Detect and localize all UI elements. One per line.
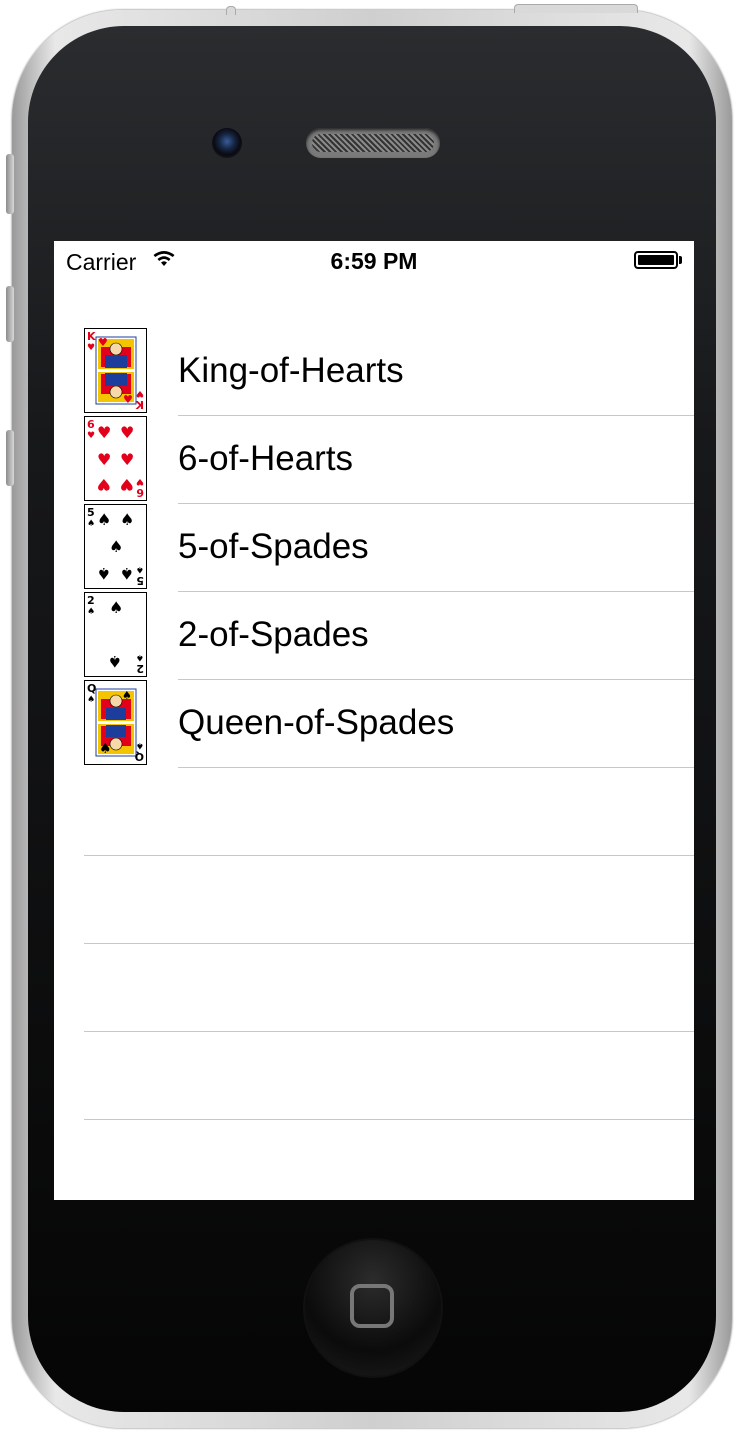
top-notch [226,6,236,15]
svg-text:5: 5 [136,574,144,587]
svg-text:♠: ♠ [109,598,123,617]
svg-text:♥: ♥ [120,450,134,469]
row-separator [84,1119,694,1120]
card-table[interactable]: K ♥ ♥ ♥ K ♥ King-of-Hearts 6 ♥ ♥ ♥ ♥ ♥ ♥… [54,328,694,1120]
table-row[interactable]: 2 ♠ ♠ ♠ 2 ♠ 2-of-Spades [54,592,694,680]
status-bar: Carrier 6:59 PM [54,241,694,281]
card-name-label: King-of-Hearts [178,351,404,390]
svg-text:♠: ♠ [97,510,111,529]
svg-text:♠: ♠ [109,537,123,556]
volume-down-button[interactable] [6,430,14,486]
svg-text:♥: ♥ [136,388,144,398]
svg-text:♥: ♥ [97,450,111,469]
svg-text:♥: ♥ [97,475,111,494]
volume-up-button[interactable] [6,286,14,342]
svg-text:♠: ♠ [136,652,144,662]
battery-nub [679,256,682,264]
card-name-label: 5-of-Spades [178,527,369,566]
svg-text:♥: ♥ [123,393,133,406]
card-name-label: 2-of-Spades [178,615,369,654]
svg-text:Q: Q [87,682,96,695]
svg-text:♥: ♥ [97,423,111,442]
svg-text:♥: ♥ [87,431,95,441]
empty-row [54,944,694,1032]
svg-text:♠: ♠ [120,564,134,583]
device-screen: Carrier 6:59 PM K ♥ ♥ ♥ K ♥ King-of-Hear… [54,241,694,1200]
svg-text:2: 2 [136,662,144,675]
sleep-wake-button[interactable] [514,4,638,13]
empty-row [54,768,694,856]
two-of-spades-card-icon: 2 ♠ ♠ ♠ 2 ♠ [84,592,147,677]
front-camera-icon [212,128,242,158]
table-row[interactable]: 6 ♥ ♥ ♥ ♥ ♥ ♥ ♥ 6 ♥ 6-of-Hearts [54,416,694,504]
king-of-hearts-card-icon: K ♥ ♥ ♥ K ♥ [84,328,147,413]
svg-text:♠: ♠ [122,689,132,702]
svg-text:♠: ♠ [136,564,144,574]
svg-text:K: K [135,398,144,411]
svg-text:2: 2 [87,594,95,607]
svg-text:K: K [87,330,96,343]
table-row[interactable]: K ♥ ♥ ♥ K ♥ King-of-Hearts [54,328,694,416]
home-square-icon [350,1284,394,1328]
empty-row [54,1032,694,1120]
svg-text:Q: Q [135,750,144,763]
svg-text:♠: ♠ [97,564,111,583]
mute-switch[interactable] [6,154,14,214]
earpiece-speaker [306,128,440,158]
svg-text:♠: ♠ [136,740,144,750]
svg-text:♠: ♠ [87,519,95,529]
svg-text:♠: ♠ [87,695,95,705]
svg-text:♥: ♥ [98,336,108,349]
table-row[interactable]: Q ♠ ♠ ♠ Q ♠ Queen-of-Spades [54,680,694,768]
svg-text:6: 6 [87,418,95,431]
svg-text:6: 6 [136,486,144,499]
queen-of-spades-card-icon: Q ♠ ♠ ♠ Q ♠ [84,680,147,765]
empty-row [54,856,694,944]
svg-text:5: 5 [87,506,95,519]
battery-icon [634,251,678,269]
svg-text:♥: ♥ [120,475,134,494]
svg-text:♥: ♥ [136,476,144,486]
svg-text:♠: ♠ [120,510,134,529]
svg-text:♥: ♥ [87,343,95,353]
card-name-label: 6-of-Hearts [178,439,354,478]
status-time: 6:59 PM [330,248,418,274]
svg-text:♠: ♠ [87,607,95,617]
svg-text:♠: ♠ [99,741,112,757]
svg-text:♥: ♥ [120,423,134,442]
table-row[interactable]: 5 ♠ ♠ ♠ ♠ ♠ ♠ 5 ♠ 5-of-Spades [54,504,694,592]
svg-text:♠: ♠ [108,652,122,671]
five-of-spades-card-icon: 5 ♠ ♠ ♠ ♠ ♠ ♠ 5 ♠ [84,504,147,589]
card-name-label: Queen-of-Spades [178,703,455,742]
six-of-hearts-card-icon: 6 ♥ ♥ ♥ ♥ ♥ ♥ ♥ 6 ♥ [84,416,147,501]
